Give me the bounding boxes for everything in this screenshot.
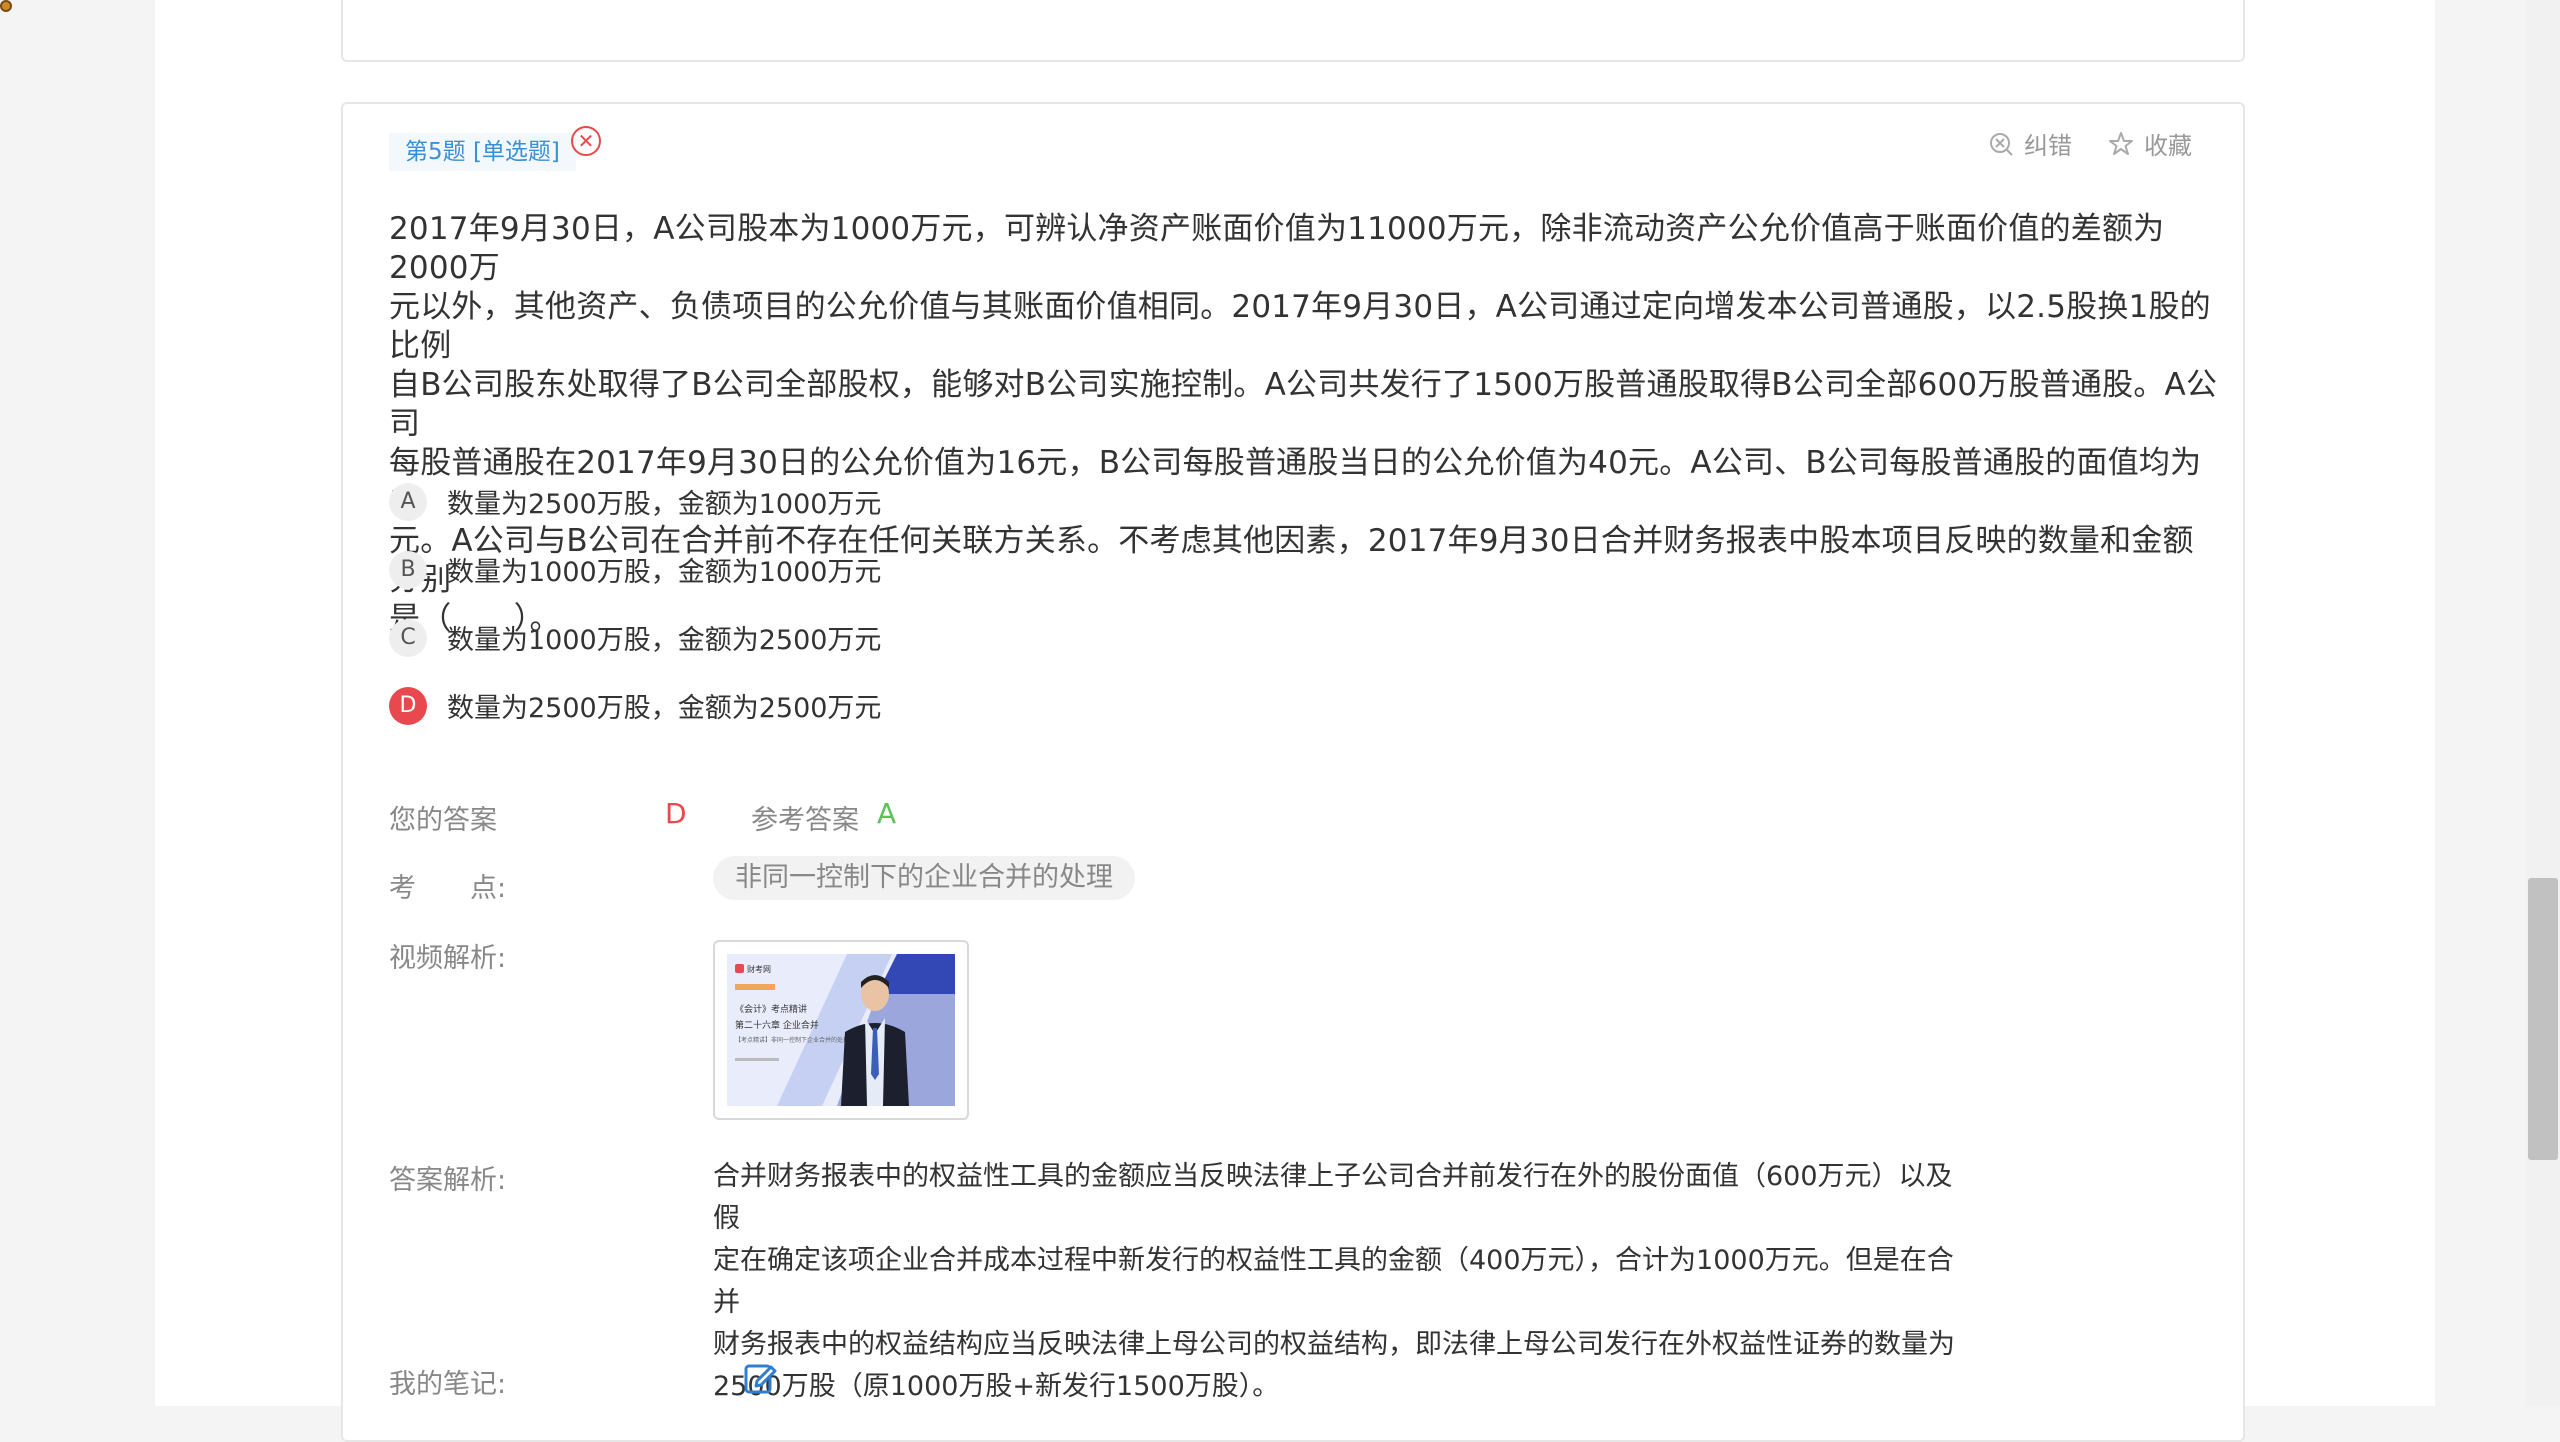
browser-extension-icon[interactable]: [0, 0, 12, 12]
edit-note-icon[interactable]: [743, 1361, 777, 1395]
question-number-tag: 第5题 [单选题]: [389, 133, 576, 171]
page-content: 第5题 [单选题] ✕ 纠错 收藏 2017年9月30日，A公司股本为1000万…: [155, 0, 2435, 1442]
video-analysis-label: 视频解析:: [389, 943, 507, 974]
report-error-button[interactable]: 纠错: [1988, 126, 2072, 161]
report-error-label: 纠错: [2024, 132, 2072, 160]
favorite-label: 收藏: [2144, 132, 2192, 160]
stem-line: 元以外，其他资产、负债项目的公允价值与其账面价值相同。2017年9月30日，A公…: [389, 289, 2211, 364]
thumb-brand: 财考网: [747, 964, 771, 974]
thumb-line: 【考点精讲】非同一控制下企业合并的处理: [735, 1036, 849, 1044]
report-error-icon: [1990, 132, 2013, 156]
option-b[interactable]: B 数量为1000万股，金额为1000万元: [389, 550, 881, 589]
knowledge-point-tag[interactable]: 非同一控制下的企业合并的处理: [713, 856, 1135, 900]
answer-analysis-text: 合并财务报表中的权益性工具的金额应当反映法律上子公司合并前发行在外的股份面值（6…: [713, 1156, 1973, 1408]
option-c[interactable]: C 数量为1000万股，金额为2500万元: [389, 618, 881, 657]
thumb-line: 《会计》考点精讲: [735, 1003, 807, 1015]
user-answer-value: D: [665, 797, 687, 830]
scrollbar-track[interactable]: [2526, 0, 2560, 1406]
option-text: 数量为1000万股，金额为1000万元: [447, 557, 882, 588]
option-text: 数量为2500万股，金额为1000万元: [447, 489, 882, 520]
analysis-line: 2500万股（原1000万股+新发行1500万股）。: [713, 1371, 1280, 1402]
option-letter: A: [389, 482, 427, 521]
star-icon: [2109, 131, 2133, 155]
video-thumbnail[interactable]: 财考网 《会计》考点精讲 第二十六章 企业合并 【考点精讲】非同一控制下企业合并…: [713, 940, 969, 1120]
option-a[interactable]: A 数量为2500万股，金额为1000万元: [389, 482, 881, 521]
reference-answer-value: A: [877, 797, 897, 830]
wrong-status-icon: ✕: [571, 126, 601, 156]
option-text: 数量为1000万股，金额为2500万元: [447, 625, 882, 656]
option-text: 数量为2500万股，金额为2500万元: [447, 693, 882, 724]
thumb-line: 第二十六章 企业合并: [735, 1019, 819, 1031]
option-letter: B: [389, 550, 427, 589]
knowledge-point-label: 考 点:: [389, 873, 507, 904]
option-letter-selected-wrong: D: [389, 686, 427, 725]
video-thumbnail-image: 财考网 《会计》考点精讲 第二十六章 企业合并 【考点精讲】非同一控制下企业合并…: [727, 954, 955, 1106]
favorite-button[interactable]: 收藏: [2108, 126, 2192, 161]
stem-line: 自B公司股东处取得了B公司全部股权，能够对B公司实施控制。A公司共发行了1500…: [389, 367, 2218, 442]
question-card: 第5题 [单选题] ✕ 纠错 收藏 2017年9月30日，A公司股本为1000万…: [341, 102, 2245, 1442]
scrollbar-thumb[interactable]: [2528, 878, 2558, 1160]
option-letter: C: [389, 618, 427, 657]
analysis-line: 合并财务报表中的权益性工具的金额应当反映法律上子公司合并前发行在外的股份面值（6…: [713, 1161, 1953, 1234]
stem-line: 2017年9月30日，A公司股本为1000万元，可辨认净资产账面价值为11000…: [389, 211, 2165, 286]
analysis-line: 财务报表中的权益结构应当反映法律上母公司的权益结构，即法律上母公司发行在外权益性…: [713, 1329, 1955, 1360]
user-answer-label: 您的答案: [389, 805, 497, 836]
analysis-line: 定在确定该项企业合并成本过程中新发行的权益性工具的金额（400万元），合计为10…: [713, 1245, 1954, 1318]
my-notes-label: 我的笔记:: [389, 1369, 507, 1400]
previous-question-card: [341, 0, 2245, 62]
option-d[interactable]: D 数量为2500万股，金额为2500万元: [389, 686, 881, 725]
answer-analysis-label: 答案解析:: [389, 1165, 507, 1196]
reference-answer-label: 参考答案: [751, 805, 859, 836]
